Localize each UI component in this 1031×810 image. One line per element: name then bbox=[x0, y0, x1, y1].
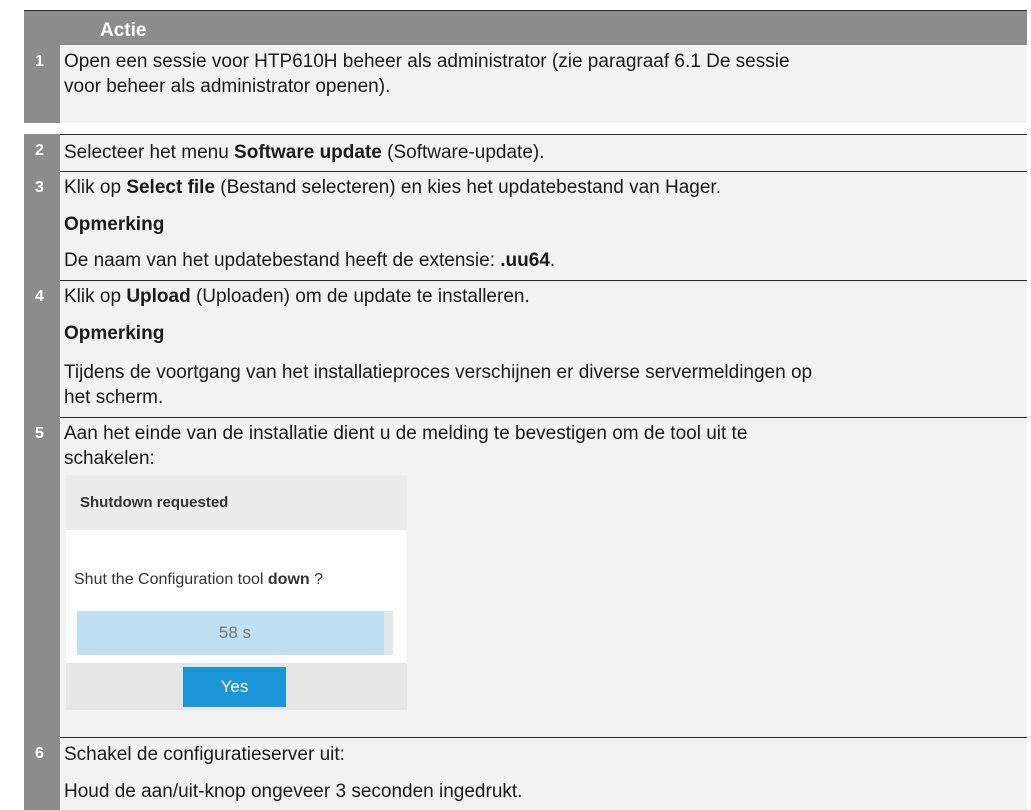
dialog-header: Shutdown requested bbox=[66, 475, 407, 530]
table-header: Actie bbox=[24, 11, 1027, 45]
step-number: 5 bbox=[24, 417, 60, 737]
step-number: 4 bbox=[24, 280, 60, 417]
step-text-line-2: schakelen: bbox=[64, 448, 155, 469]
note-title: Opmerking bbox=[64, 214, 165, 235]
row-divider bbox=[60, 171, 1027, 172]
table-row-5: 5 Aan het einde van de installatie dient… bbox=[24, 417, 1027, 737]
step-text: Klik op Upload (Uploaden) om de update t… bbox=[64, 286, 530, 307]
step-number: 6 bbox=[24, 737, 60, 810]
step-cell: Klik op Upload (Uploaden) om de update t… bbox=[60, 280, 1027, 417]
step-text-line-2: voor beheer als administrator openen). bbox=[64, 76, 391, 97]
header-action-cell: Actie bbox=[60, 11, 1027, 45]
step-text-line-1: Open een sessie voor HTP610H beheer als … bbox=[64, 51, 790, 72]
countdown-progress-bar: 58 s bbox=[77, 611, 393, 655]
step-text: Klik op Select file (Bestand selecteren)… bbox=[64, 177, 721, 198]
step-cell: Schakel de configuratieserver uit: Houd … bbox=[60, 737, 1027, 810]
dialog-footer: Yes bbox=[66, 663, 407, 710]
row-divider bbox=[60, 737, 1027, 738]
table-row-4: 4 Klik op Upload (Uploaden) om de update… bbox=[24, 280, 1027, 417]
shutdown-dialog-screenshot: Shutdown requested Shut the Configuratio… bbox=[66, 475, 407, 710]
step-text-line-1: Schakel de configuratieserver uit: bbox=[64, 744, 345, 765]
row-divider bbox=[60, 280, 1027, 281]
table-row-6: 6 Schakel de configuratieserver uit: Hou… bbox=[24, 737, 1027, 810]
step-text-line-1: Aan het einde van de installatie dient u… bbox=[64, 423, 748, 444]
table-row-1: 1 Open een sessie voor HTP610H beheer al… bbox=[24, 45, 1027, 123]
row-divider bbox=[60, 417, 1027, 418]
dialog-title: Shutdown requested bbox=[80, 494, 229, 511]
step-number: 2 bbox=[24, 134, 60, 171]
row-divider bbox=[60, 134, 1027, 135]
header-number-cell bbox=[24, 11, 60, 45]
step-cell: Open een sessie voor HTP610H beheer als … bbox=[60, 45, 1027, 123]
note-text-line-2: het scherm. bbox=[64, 387, 164, 408]
step-cell: Aan het einde van de installatie dient u… bbox=[60, 417, 1027, 737]
header-action-label: Actie bbox=[100, 20, 147, 41]
table-row-2: 2 Selecteer het menu Software update (So… bbox=[24, 134, 1027, 171]
note-text: De naam van het updatebestand heeft de e… bbox=[64, 250, 556, 271]
step-number: 3 bbox=[24, 171, 60, 280]
countdown-label: 58 s bbox=[218, 623, 252, 642]
table-row-3: 3 Klik op Select file (Bestand selectere… bbox=[24, 171, 1027, 280]
procedure-page: Actie 1 Open een sessie voor HTP610H beh… bbox=[0, 0, 1031, 810]
step-cell: Selecteer het menu Software update (Soft… bbox=[60, 134, 1027, 171]
step-text-line-2: Houd de aan/uit-knop ongeveer 3 seconden… bbox=[64, 781, 523, 802]
step-text: Selecteer het menu Software update (Soft… bbox=[64, 142, 545, 163]
step-number: 1 bbox=[24, 45, 60, 123]
yes-button[interactable]: Yes bbox=[183, 667, 286, 707]
note-title: Opmerking bbox=[64, 323, 165, 344]
note-text-line-1: Tijdens de voortgang van het installatie… bbox=[64, 362, 813, 383]
step-cell: Klik op Select file (Bestand selecteren)… bbox=[60, 171, 1027, 280]
dialog-question: Shut the Configuration tool down ? bbox=[74, 571, 324, 588]
